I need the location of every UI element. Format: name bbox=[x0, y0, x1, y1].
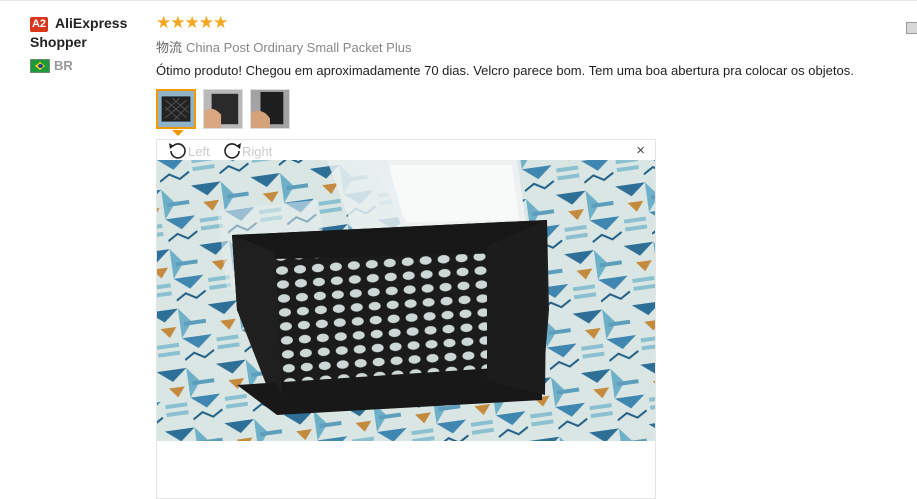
viewer-toolbar: Left Right × bbox=[157, 140, 655, 160]
close-icon[interactable]: × bbox=[636, 141, 645, 161]
star-rating: ★★★★★ bbox=[156, 13, 228, 32]
rotate-right-icon bbox=[222, 143, 242, 159]
review-photo-large bbox=[157, 160, 655, 441]
rotate-right-label: Right bbox=[242, 144, 273, 159]
review-text: Ótimo produto! Chegou em aproximadamente… bbox=[156, 63, 854, 78]
shipping-info: 物流 China Post Ordinary Small Packet Plus bbox=[156, 37, 854, 56]
country-code: BR bbox=[54, 58, 73, 73]
reviewer-info: A2 AliExpress Shopper BR bbox=[30, 14, 145, 73]
side-checkbox[interactable] bbox=[906, 22, 917, 34]
member-level-badge: A2 bbox=[30, 17, 48, 32]
top-divider bbox=[0, 0, 917, 1]
shipping-label: 物流 bbox=[156, 40, 183, 55]
rotate-left-label: Left bbox=[188, 144, 210, 159]
shipping-method: China Post Ordinary Small Packet Plus bbox=[186, 40, 412, 55]
review-photo-thumbnail[interactable] bbox=[156, 89, 196, 129]
review-photo-thumbnail[interactable] bbox=[203, 89, 243, 129]
rotate-left-icon bbox=[168, 143, 188, 159]
brazil-flag-icon bbox=[30, 59, 50, 73]
review-photo-thumbnail[interactable] bbox=[250, 89, 290, 129]
selected-thumbnail-pointer bbox=[172, 130, 184, 136]
rotate-left-button[interactable]: Left bbox=[168, 140, 210, 160]
photo-viewer: Left Right × bbox=[156, 139, 656, 499]
review-body: ★★★★★ 物流 China Post Ordinary Small Packet… bbox=[156, 13, 854, 79]
rotate-right-button[interactable]: Right bbox=[222, 140, 272, 160]
